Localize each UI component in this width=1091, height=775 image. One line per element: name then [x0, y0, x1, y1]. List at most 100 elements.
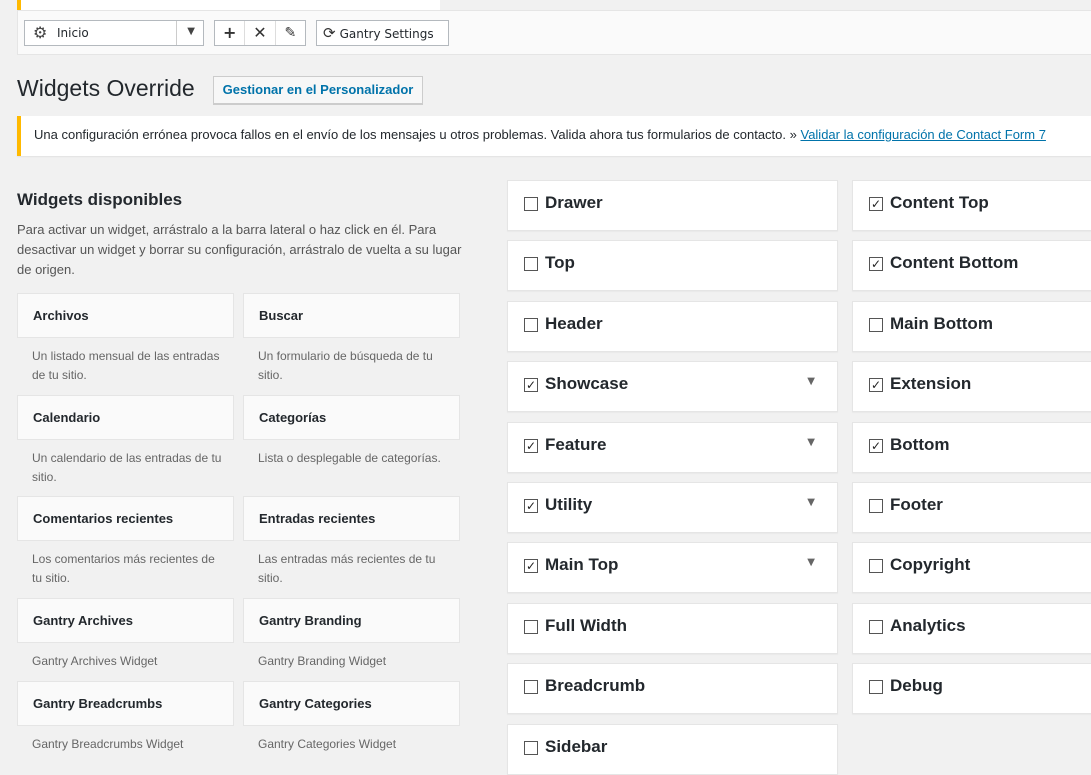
edit-icon[interactable]: ✎ — [276, 21, 305, 45]
sidebar-area[interactable]: Sidebar — [507, 724, 838, 775]
available-widgets-description: Para activar un widget, arrástralo a la … — [17, 222, 462, 277]
sidebar-label: Sidebar — [545, 737, 608, 756]
page-title: Widgets Override — [17, 75, 195, 101]
sidebar-area[interactable]: ✓ Extension — [852, 361, 1091, 412]
available-widgets-title: Widgets disponibles — [17, 190, 183, 209]
sidebar-area[interactable]: Analytics — [852, 603, 1091, 654]
sidebar-area[interactable]: ✓ Showcase ▼ — [507, 361, 838, 412]
widget-description: Un formulario de búsqueda de tu sitio. — [258, 349, 433, 382]
sidebar-area[interactable]: Full Width — [507, 603, 838, 654]
sidebar-area[interactable]: ✓ Feature ▼ — [507, 422, 838, 473]
sidebar-label: Top — [545, 253, 575, 272]
sidebar-area[interactable]: Drawer — [507, 180, 838, 231]
warning-notice: Una configuración errónea provoca fallos… — [17, 116, 1091, 156]
widget-description: Gantry Archives Widget — [32, 654, 158, 668]
sidebar-checkbox[interactable]: ✓ — [524, 439, 538, 453]
sidebar-area[interactable]: Footer — [852, 482, 1091, 533]
sidebar-label: Feature — [545, 435, 607, 454]
sidebar-label: Header — [545, 314, 603, 333]
sidebar-area[interactable]: ✓ Content Bottom — [852, 240, 1091, 291]
sidebar-checkbox[interactable]: ✓ — [869, 257, 883, 271]
sidebar-checkbox[interactable]: ✓ — [524, 559, 538, 573]
widget-item[interactable]: Gantry Branding — [243, 598, 460, 643]
sidebar-checkbox[interactable] — [524, 620, 538, 634]
location-select-value: Inicio — [57, 26, 89, 40]
widget-item[interactable]: Gantry Breadcrumbs — [17, 681, 234, 726]
sidebar-label: Extension — [890, 374, 972, 393]
validate-config-link[interactable]: Validar la configuración de Contact Form… — [800, 127, 1045, 142]
sidebar-checkbox[interactable] — [869, 318, 883, 332]
sidebar-checkbox[interactable] — [524, 197, 538, 211]
widget-item[interactable]: Archivos — [17, 293, 234, 338]
sidebar-checkbox[interactable] — [524, 680, 538, 694]
sidebar-checkbox[interactable] — [869, 680, 883, 694]
widget-item[interactable]: Calendario — [17, 395, 234, 440]
widget-description: Un listado mensual de las entradas de tu… — [32, 349, 220, 382]
sidebar-area[interactable]: ✓ Utility ▼ — [507, 482, 838, 533]
sidebar-checkbox[interactable] — [869, 559, 883, 573]
gear-icon: ⚙ — [33, 23, 48, 42]
widget-description: Gantry Branding Widget — [258, 654, 387, 668]
sidebar-area[interactable]: ✓ Content Top — [852, 180, 1091, 231]
sidebar-area[interactable]: ✓ Main Top ▼ — [507, 542, 838, 593]
expand-arrow-icon[interactable]: ▼ — [807, 437, 815, 448]
sidebar-area[interactable]: Main Bottom — [852, 301, 1091, 352]
sidebar-checkbox[interactable] — [524, 318, 538, 332]
sidebar-label: Analytics — [890, 616, 966, 635]
sidebar-label: Main Top — [545, 555, 619, 574]
sidebar-checkbox[interactable]: ✓ — [869, 197, 883, 211]
notice-text: Una configuración errónea provoca fallos… — [34, 127, 797, 142]
widget-item[interactable]: Buscar — [243, 293, 460, 338]
widget-description: Gantry Breadcrumbs Widget — [32, 737, 184, 751]
delete-icon[interactable]: ✕ — [245, 21, 276, 45]
chevron-down-icon[interactable]: ▼ — [187, 26, 195, 37]
widget-description: Un calendario de las entradas de tu siti… — [32, 451, 222, 484]
widget-item[interactable]: Entradas recientes — [243, 496, 460, 541]
sidebar-label: Breadcrumb — [545, 676, 646, 695]
select-divider — [176, 21, 177, 45]
widget-item[interactable]: Gantry Archives — [17, 598, 234, 643]
expand-arrow-icon[interactable]: ▼ — [807, 497, 815, 508]
widget-description: Los comentarios más recientes de tu siti… — [32, 552, 215, 585]
gantry-settings-label: Gantry Settings — [339, 27, 434, 41]
refresh-icon: ⟳ — [323, 24, 336, 42]
add-icon[interactable]: + — [215, 21, 246, 45]
top-tab-edge — [17, 0, 440, 10]
sidebar-checkbox[interactable] — [524, 741, 538, 755]
widget-description: Lista o desplegable de categorías. — [258, 451, 441, 465]
override-actions: + ✕ ✎ — [214, 20, 306, 46]
sidebar-area[interactable]: ✓ Bottom — [852, 422, 1091, 473]
widget-item[interactable]: Categorías — [243, 395, 460, 440]
sidebar-area[interactable]: Breadcrumb — [507, 663, 838, 714]
sidebar-label: Utility — [545, 495, 593, 514]
gantry-settings-button[interactable]: ⟳ Gantry Settings — [316, 20, 449, 46]
sidebar-label: Main Bottom — [890, 314, 993, 333]
sidebar-label: Copyright — [890, 555, 971, 574]
widget-item[interactable]: Gantry Categories — [243, 681, 460, 726]
location-select[interactable]: ⚙ Inicio ▼ — [24, 20, 204, 46]
sidebar-checkbox[interactable] — [869, 499, 883, 513]
sidebar-area[interactable]: Debug — [852, 663, 1091, 714]
expand-arrow-icon[interactable]: ▼ — [807, 557, 815, 568]
sidebar-area[interactable]: Top — [507, 240, 838, 291]
sidebar-label: Full Width — [545, 616, 627, 635]
sidebar-checkbox[interactable] — [524, 257, 538, 271]
widget-item[interactable]: Comentarios recientes — [17, 496, 234, 541]
sidebar-checkbox[interactable]: ✓ — [869, 378, 883, 392]
sidebar-checkbox[interactable]: ✓ — [524, 378, 538, 392]
sidebar-label: Drawer — [545, 193, 603, 212]
sidebar-area[interactable]: Copyright — [852, 542, 1091, 593]
sidebar-checkbox[interactable]: ✓ — [524, 499, 538, 513]
sidebar-checkbox[interactable]: ✓ — [869, 439, 883, 453]
sidebar-label: Showcase — [545, 374, 629, 393]
sidebar-checkbox[interactable] — [869, 620, 883, 634]
customizer-button[interactable]: Gestionar en el Personalizador — [213, 76, 423, 104]
sidebar-label: Footer — [890, 495, 943, 514]
sidebar-label: Debug — [890, 676, 943, 695]
expand-arrow-icon[interactable]: ▼ — [807, 376, 815, 387]
sidebar-label: Content Top — [890, 193, 989, 212]
sidebar-area[interactable]: Header — [507, 301, 838, 352]
sidebar-label: Bottom — [890, 435, 950, 454]
widget-description: Gantry Categories Widget — [258, 737, 397, 751]
sidebar-label: Content Bottom — [890, 253, 1019, 272]
